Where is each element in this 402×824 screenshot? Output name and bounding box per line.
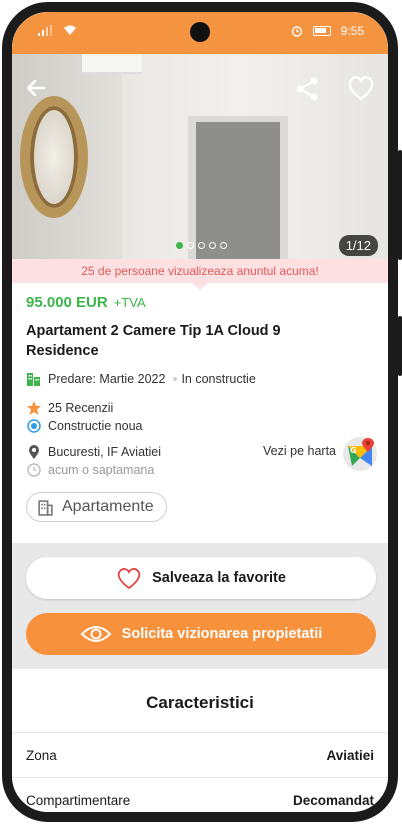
phone-device: 9:55 1/12 25 de persoane vizualizeaza an…	[0, 0, 402, 824]
photo-mirror	[20, 96, 88, 218]
reviews-row[interactable]: 25 Recenzii	[26, 400, 376, 416]
spec-row-zona: Zona Aviatiei	[12, 732, 388, 777]
separator-dot	[173, 377, 178, 381]
gallery-dot[interactable]	[176, 242, 183, 249]
listing-info: 95.000 EUR +TVA Apartament 2 Camere Tip …	[26, 294, 377, 522]
share-icon[interactable]	[294, 76, 320, 102]
apartment-building-icon	[38, 499, 53, 516]
wifi-icon	[64, 25, 76, 35]
spec-label: Zona	[26, 747, 57, 763]
gallery-dot[interactable]	[209, 242, 216, 249]
alarm-icon	[291, 26, 302, 37]
screen: 9:55 1/12 25 de persoane vizualizeaza an…	[12, 12, 388, 812]
battery-icon	[312, 26, 331, 36]
spec-row-compartimentare: Compartimentare Decomandat	[12, 777, 388, 812]
save-favorite-button[interactable]: Salveaza la favorite	[26, 557, 376, 599]
category-chip-label: Apartamente	[62, 498, 154, 515]
building-icon	[27, 373, 40, 386]
photo-ac-unit	[82, 54, 142, 74]
radio-dot-icon	[27, 419, 41, 433]
status-right: 9:55	[291, 24, 364, 38]
construction-type-row: Constructie noua	[26, 418, 376, 434]
request-viewing-button[interactable]: Solicita vizionarea propietatii	[26, 613, 376, 655]
construction-type: Constructie noua	[48, 419, 143, 433]
view-on-map-link[interactable]: Vezi pe harta	[263, 444, 336, 458]
delivery-row: Predare: Martie 2022 In constructie	[26, 371, 376, 387]
svg-text:G: G	[350, 446, 357, 455]
status-time: 9:55	[340, 24, 364, 38]
posted-time: acum o saptamana	[48, 463, 155, 477]
characteristics-section: Caracteristici Zona Aviatiei Compartimen…	[12, 669, 388, 812]
location-row: Bucuresti, IF Aviatiei Vezi pe harta G	[26, 437, 377, 471]
characteristics-title: Caracteristici	[146, 693, 254, 712]
back-arrow-icon[interactable]	[24, 76, 48, 100]
spec-value: Aviatiei	[326, 747, 374, 763]
eye-icon	[80, 626, 112, 642]
vat-label: +TVA	[113, 295, 146, 310]
status-bar: 9:55	[12, 12, 388, 54]
signal-icon	[38, 24, 52, 36]
heart-outline-icon	[117, 568, 141, 590]
delivery-date: Predare: Martie 2022	[48, 372, 166, 386]
power-button	[398, 150, 402, 260]
gallery-dot[interactable]	[198, 242, 205, 249]
action-buttons: Salveaza la favorite Solicita vizionarea…	[12, 543, 388, 669]
volume-button	[398, 316, 402, 376]
spec-label: Compartimentare	[26, 792, 131, 808]
listing-price: 95.000 EUR	[26, 294, 108, 311]
gallery-dots	[176, 242, 227, 249]
status-left	[38, 24, 78, 36]
reviews-count: 25 Recenzii	[48, 401, 114, 415]
clock-icon	[27, 463, 41, 477]
favorite-heart-icon[interactable]	[346, 74, 376, 102]
location-pin-icon	[29, 445, 39, 459]
photo-door	[196, 122, 280, 259]
viewers-banner-pointer	[192, 283, 208, 290]
location-text: Bucuresti, IF Aviatiei	[48, 445, 162, 459]
phone-frame: 9:55 1/12 25 de persoane vizualizeaza an…	[2, 2, 398, 822]
gallery-dot[interactable]	[187, 242, 194, 249]
price-row: 95.000 EUR +TVA	[26, 294, 376, 311]
construction-status: In constructie	[181, 372, 256, 386]
category-chip[interactable]: Apartamente	[26, 492, 167, 522]
front-camera	[190, 22, 210, 42]
photo-counter: 1/12	[338, 235, 378, 256]
viewers-banner: 25 de persoane vizualizeaza anuntul acum…	[12, 259, 388, 283]
request-viewing-label: Solicita vizionarea propietatii	[121, 626, 323, 642]
spec-value: Decomandat	[292, 792, 374, 808]
save-favorite-label: Salveaza la favorite	[152, 570, 286, 586]
star-icon	[27, 401, 41, 415]
google-maps-icon[interactable]: G	[342, 436, 378, 472]
listing-title: Apartament 2 Camere Tip 1A Cloud 9 Resid…	[26, 323, 281, 359]
gallery-dot[interactable]	[220, 242, 227, 249]
posted-row: acum o saptamana	[26, 462, 376, 478]
photo-gallery[interactable]: 1/12	[12, 54, 388, 259]
